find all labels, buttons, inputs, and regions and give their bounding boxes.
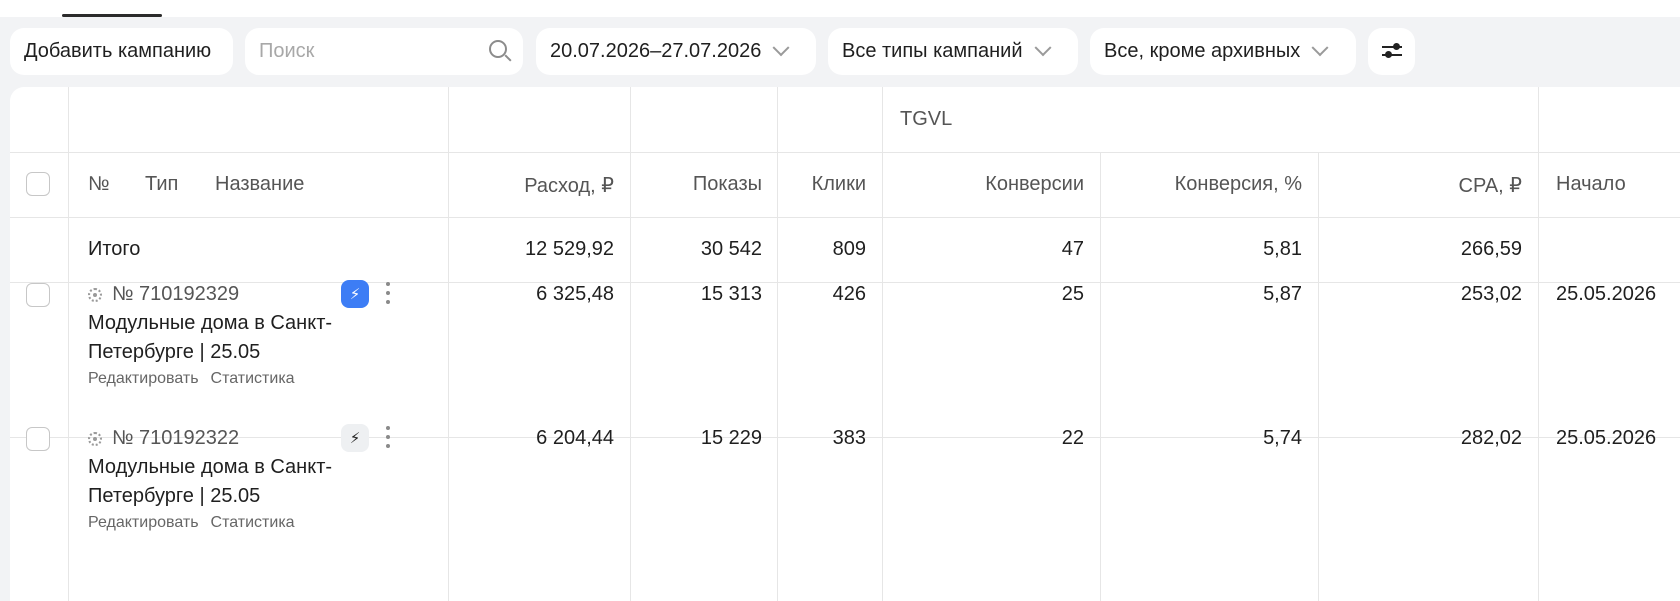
more-vertical-icon[interactable] — [385, 282, 391, 306]
header-clicks[interactable]: Клики — [779, 173, 866, 196]
total-impressions: 30 542 — [700, 238, 762, 260]
total-cpa: 266,59 — [1460, 238, 1522, 260]
header-conversions[interactable]: Конверсии — [884, 173, 1084, 196]
campaign-id[interactable]: № 710192329 — [88, 283, 239, 306]
more-vertical-icon[interactable] — [385, 426, 391, 450]
edit-link[interactable]: Редактировать — [88, 370, 199, 388]
select-all-checkbox[interactable] — [26, 172, 50, 196]
row-checkbox[interactable] — [26, 427, 50, 451]
row-conversion-rate: 5,74 — [1263, 427, 1302, 449]
top-strip — [0, 0, 1680, 17]
header-type[interactable]: Тип — [145, 173, 178, 196]
status-filter-value: Все, кроме архивных — [1104, 40, 1301, 62]
row-clicks: 383 — [832, 427, 866, 449]
row-impressions: 15 313 — [700, 283, 762, 305]
campaign-id-text: № 710192329 — [112, 283, 240, 305]
row-conversion-rate: 5,87 — [1263, 283, 1302, 305]
campaign-types-select[interactable]: Все типы кампаний — [828, 28, 1078, 75]
row-conversions: 22 — [1061, 427, 1084, 449]
header-cpa[interactable]: CPA, ₽ — [1320, 173, 1522, 198]
stats-link[interactable]: Статистика — [211, 514, 295, 532]
header-impressions[interactable]: Показы — [632, 173, 762, 196]
stats-link[interactable]: Статистика — [211, 370, 295, 388]
add-campaign-label: Добавить кампанию — [24, 40, 212, 62]
status-filter-select[interactable]: Все, кроме архивных — [1090, 28, 1356, 75]
row-cpa: 282,02 — [1460, 427, 1522, 449]
campaign-status-icon — [88, 431, 102, 446]
total-clicks: 809 — [832, 238, 866, 260]
header-conversion-rate[interactable]: Конверсия, % — [1102, 173, 1302, 196]
campaign-name[interactable]: Модульные дома в Санкт-Петербурге | 25.0… — [88, 309, 358, 367]
row-spend: 6 204,44 — [536, 427, 614, 449]
row-start-date: 25.05.2026 — [1556, 427, 1657, 449]
date-range-value: 20.07.2026–27.07.2026 — [550, 40, 762, 62]
campaign-status-icon — [88, 287, 102, 302]
filter-settings-icon — [1382, 42, 1402, 60]
campaigns-table: TGVL № Тип Название Расход, ₽ Показы Кли… — [10, 87, 1680, 601]
campaign-id-text: № 710192322 — [112, 427, 240, 449]
row-clicks: 426 — [832, 283, 866, 305]
total-conversions: 47 — [1061, 238, 1084, 260]
total-spend: 12 529,92 — [525, 238, 614, 260]
total-conversion-rate: 5,81 — [1263, 238, 1302, 260]
bolt-icon[interactable]: ⚡ — [341, 424, 369, 452]
filter-settings-button[interactable] — [1368, 28, 1415, 75]
search-icon — [489, 40, 507, 58]
campaign-id[interactable]: № 710192322 — [88, 427, 239, 450]
toolbar: Добавить кампанию Поиск 20.07.2026–27.07… — [0, 17, 1680, 87]
group-header-tgvl: TGVL — [900, 108, 953, 130]
chevron-down-icon — [772, 38, 790, 56]
row-spend: 6 325,48 — [536, 283, 614, 305]
search-input[interactable]: Поиск — [245, 28, 523, 75]
bolt-icon[interactable]: ⚡ — [341, 280, 369, 308]
search-placeholder: Поиск — [259, 40, 315, 62]
add-campaign-button[interactable]: Добавить кампанию — [10, 28, 233, 75]
total-label: Итого — [88, 238, 141, 260]
chevron-down-icon — [1311, 38, 1329, 56]
edit-link[interactable]: Редактировать — [88, 514, 199, 532]
header-number[interactable]: № — [88, 173, 109, 196]
row-conversions: 25 — [1061, 283, 1084, 305]
header-spend[interactable]: Расход, ₽ — [450, 173, 614, 198]
campaign-name[interactable]: Модульные дома в Санкт-Петербурге | 25.0… — [88, 453, 358, 511]
header-start[interactable]: Начало — [1556, 173, 1626, 196]
campaign-types-value: Все типы кампаний — [842, 40, 1023, 62]
row-checkbox[interactable] — [26, 283, 50, 307]
chevron-down-icon — [1034, 38, 1052, 56]
row-impressions: 15 229 — [700, 427, 762, 449]
row-start-date: 25.05.2026 — [1556, 283, 1657, 305]
row-cpa: 253,02 — [1460, 283, 1522, 305]
header-name[interactable]: Название — [215, 173, 304, 196]
date-range-select[interactable]: 20.07.2026–27.07.2026 — [536, 28, 816, 75]
